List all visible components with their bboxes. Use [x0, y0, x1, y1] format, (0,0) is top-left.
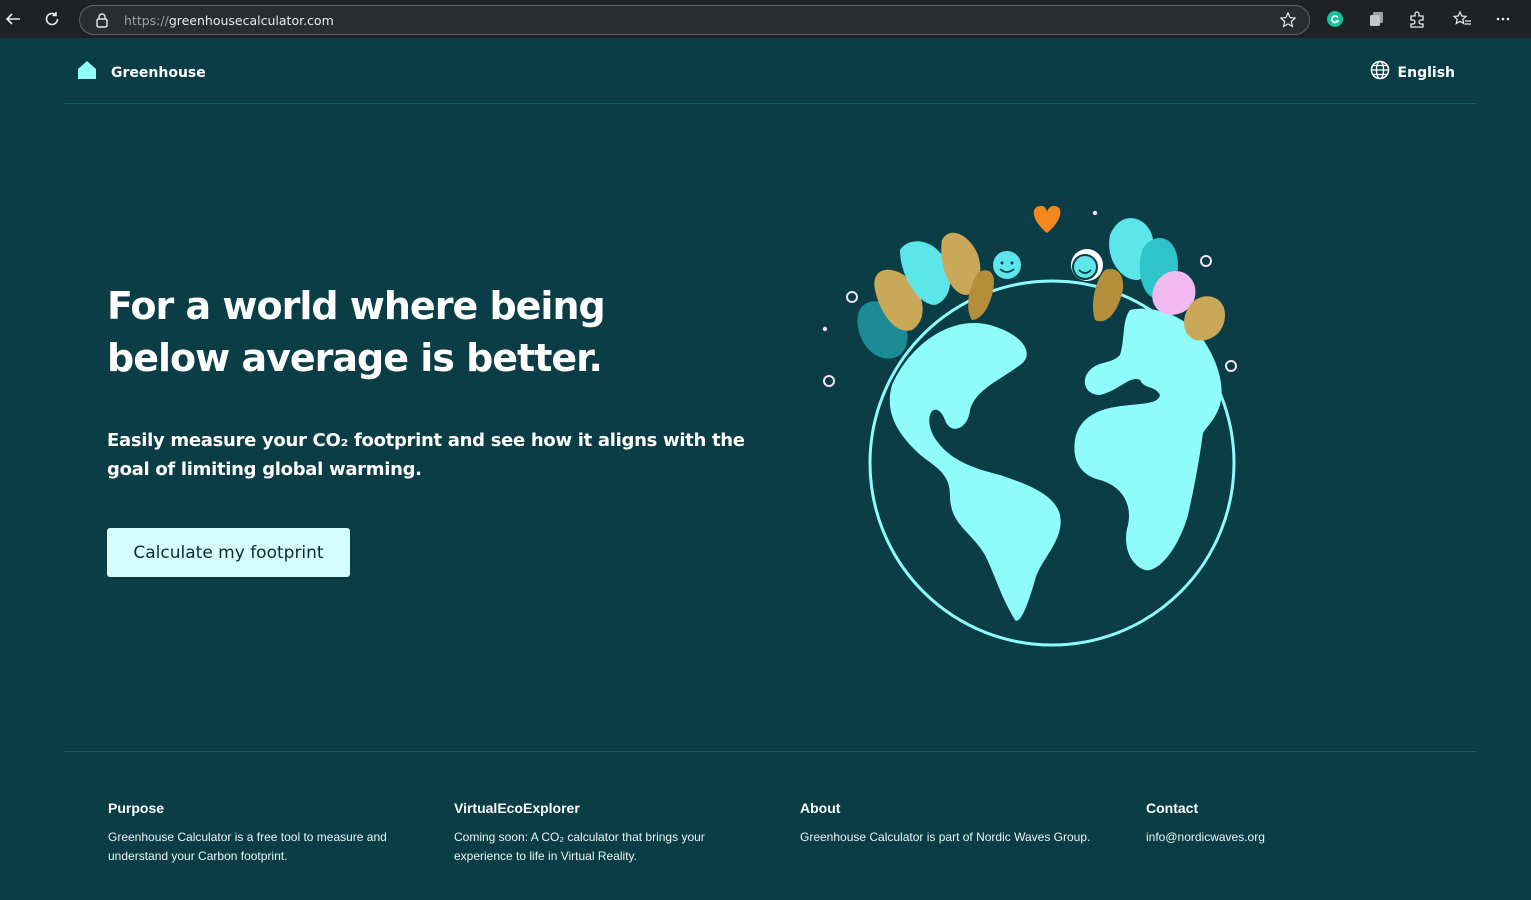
- footer-column-virtualecoexplorer: VirtualEcoExplorer Coming soon: A CO₂ ca…: [454, 800, 754, 865]
- url-protocol: https://: [124, 13, 169, 28]
- brand-label: Greenhouse: [111, 64, 206, 81]
- footer-column-about: About Greenhouse Calculator is part of N…: [800, 800, 1100, 847]
- globe-icon: [1370, 60, 1390, 85]
- collections-icon[interactable]: [1366, 8, 1388, 30]
- more-icon[interactable]: [1492, 8, 1514, 30]
- footer-text: Greenhouse Calculator is a free tool to …: [108, 830, 387, 863]
- calculate-footprint-button[interactable]: Calculate my footprint: [107, 528, 350, 577]
- footer-text: Greenhouse Calculator is part of Nordic …: [800, 830, 1091, 844]
- address-bar[interactable]: https://greenhousecalculator.com: [79, 5, 1310, 35]
- url-text: https://greenhousecalculator.com: [124, 13, 334, 28]
- grammarly-icon[interactable]: [1324, 8, 1346, 30]
- extensions-icon[interactable]: [1406, 8, 1428, 30]
- browser-toolbar: https://greenhousecalculator.com: [0, 0, 1531, 38]
- url-host: greenhousecalculator.com: [168, 13, 334, 28]
- lock-icon: [96, 12, 108, 33]
- footer-heading: Contact: [1146, 800, 1199, 816]
- site-footer: Purpose Greenhouse Calculator is a free …: [64, 751, 1477, 900]
- site-header: Greenhouse English: [64, 38, 1477, 104]
- hero-subtitle: Easily measure your CO₂ footprint and se…: [107, 430, 745, 480]
- reload-icon[interactable]: [41, 8, 63, 30]
- contact-email-link[interactable]: info@nordicwaves.org: [1146, 828, 1446, 847]
- footer-heading: Purpose: [108, 800, 165, 816]
- footer-column-contact: Contact info@nordicwaves.org: [1146, 800, 1446, 847]
- favorites-icon[interactable]: [1451, 8, 1473, 30]
- language-selector[interactable]: English: [1370, 60, 1455, 85]
- globe-illustration: [800, 195, 1260, 655]
- brand-link[interactable]: Greenhouse: [77, 60, 206, 85]
- back-icon[interactable]: [2, 8, 24, 30]
- footer-text: Coming soon: A CO₂ calculator that bring…: [454, 830, 705, 863]
- footer-heading: VirtualEcoExplorer: [454, 800, 580, 816]
- footer-heading: About: [800, 800, 841, 816]
- house-icon: [77, 60, 97, 85]
- star-icon[interactable]: [1279, 11, 1297, 34]
- hero-title: For a world where being below average is…: [107, 284, 606, 380]
- footer-column-purpose: Purpose Greenhouse Calculator is a free …: [108, 800, 408, 865]
- language-label: English: [1397, 64, 1455, 81]
